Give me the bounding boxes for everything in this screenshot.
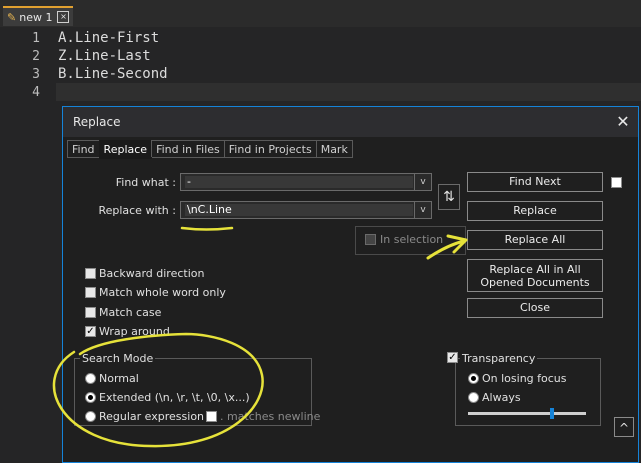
dialog-tabs: Find Replace Find in Files Find in Proje… xyxy=(67,140,353,159)
document-tab[interactable]: ✎ new 1 × xyxy=(3,6,73,26)
replace-with-value: \nC.Line xyxy=(185,204,413,216)
backward-direction-label: Backward direction xyxy=(99,267,205,280)
replace-with-input[interactable]: \nC.Line v xyxy=(180,201,432,219)
matches-newline-label: . matches newline xyxy=(220,410,321,423)
close-dialog-icon[interactable]: ✕ xyxy=(611,110,635,134)
replace-with-label: Replace with : xyxy=(98,204,176,217)
match-case-label: Match case xyxy=(99,306,162,319)
mode-regex-radio[interactable] xyxy=(85,411,96,422)
chevron-down-icon[interactable]: v xyxy=(414,202,431,218)
line-number: 1 xyxy=(32,31,40,46)
code-line[interactable]: Z.Line-Last xyxy=(58,48,151,64)
matches-newline-checkbox[interactable] xyxy=(206,411,217,422)
chevron-down-icon[interactable]: v xyxy=(414,174,431,190)
close-tab-icon[interactable]: × xyxy=(57,11,70,23)
line-number: 4 xyxy=(32,85,40,100)
transparency-group xyxy=(455,358,601,426)
backward-direction-checkbox[interactable] xyxy=(85,268,96,279)
always-radio[interactable] xyxy=(468,392,479,403)
find-what-input[interactable]: - v xyxy=(180,173,432,191)
match-whole-word-label: Match whole word only xyxy=(99,286,226,299)
mode-normal-radio[interactable] xyxy=(85,373,96,384)
code-line[interactable]: A.Line-First xyxy=(58,30,159,46)
close-button[interactable]: Close xyxy=(467,298,603,318)
dialog-titlebar[interactable] xyxy=(63,107,638,137)
mode-extended-label: Extended (\n, \r, \t, \0, \x...) xyxy=(99,391,250,404)
collapse-button[interactable]: ^ xyxy=(614,417,634,437)
line-number: 3 xyxy=(32,67,40,82)
find-next-button[interactable]: Find Next xyxy=(467,172,603,192)
transparency-checkbox[interactable]: ✓ xyxy=(447,352,458,363)
wrap-around-checkbox[interactable]: ✓ xyxy=(85,326,96,337)
match-case-checkbox[interactable] xyxy=(85,307,96,318)
tab-find-in-files[interactable]: Find in Files xyxy=(151,140,225,157)
mode-normal-label: Normal xyxy=(99,372,139,385)
tab-bar xyxy=(0,0,641,27)
tab-find[interactable]: Find xyxy=(67,140,100,157)
replace-all-opened-button[interactable]: Replace All in All Opened Documents xyxy=(467,259,603,292)
in-selection-checkbox[interactable] xyxy=(365,234,376,245)
replace-all-button[interactable]: Replace All xyxy=(467,230,603,250)
always-label: Always xyxy=(482,391,521,404)
mode-regex-label: Regular expression xyxy=(99,410,205,423)
mode-extended-radio[interactable] xyxy=(85,392,96,403)
swap-icon[interactable]: ⇅ xyxy=(438,184,460,210)
on-losing-focus-label: On losing focus xyxy=(482,372,567,385)
find-next-checkbox[interactable] xyxy=(611,177,622,188)
transparency-title: Transparency xyxy=(460,352,538,365)
tab-find-in-projects[interactable]: Find in Projects xyxy=(223,140,317,157)
current-line-highlight xyxy=(56,83,641,101)
tab-name: new 1 xyxy=(19,10,53,24)
line-number: 2 xyxy=(32,49,40,64)
on-losing-focus-radio[interactable] xyxy=(468,373,479,384)
tab-replace[interactable]: Replace xyxy=(98,140,153,159)
code-line[interactable]: B.Line-Second xyxy=(58,66,168,82)
in-selection-label: In selection xyxy=(380,233,444,246)
pencil-icon: ✎ xyxy=(7,10,17,24)
transparency-slider[interactable] xyxy=(468,408,586,419)
wrap-around-label: Wrap around xyxy=(99,325,170,338)
search-mode-title: Search Mode xyxy=(80,352,156,365)
dialog-title: Replace xyxy=(73,115,121,129)
find-what-label: Find what : xyxy=(115,176,176,189)
find-what-value: - xyxy=(185,176,413,188)
slider-thumb[interactable] xyxy=(550,408,554,419)
tab-mark[interactable]: Mark xyxy=(315,140,353,157)
line-number-gutter: 1 2 3 4 xyxy=(0,27,56,463)
match-whole-word-checkbox[interactable] xyxy=(85,287,96,298)
replace-button[interactable]: Replace xyxy=(467,201,603,221)
